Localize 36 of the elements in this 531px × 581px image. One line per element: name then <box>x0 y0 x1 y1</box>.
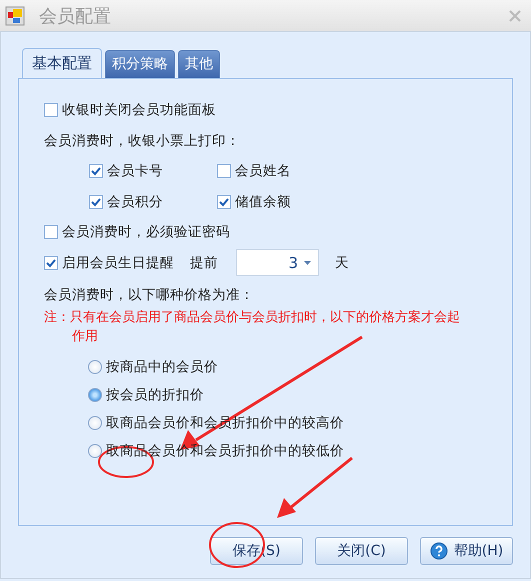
checkbox-label: 会员卡号 <box>107 162 163 180</box>
checkbox[interactable] <box>217 164 231 178</box>
checkbox-label: 会员积分 <box>107 192 163 210</box>
radio-button[interactable] <box>88 416 102 430</box>
checkbox-label: 启用会员生日提醒 <box>62 254 174 272</box>
checkbox[interactable] <box>89 164 103 178</box>
unit-label: 天 <box>335 254 349 272</box>
radio-button[interactable] <box>88 388 102 402</box>
tab[interactable]: 积分策略 <box>105 50 175 78</box>
help-button[interactable]: 帮助(H) <box>420 537 513 565</box>
window-title: 会员配置 <box>39 4 112 28</box>
close-icon[interactable] <box>509 10 521 22</box>
checkbox-label: 会员姓名 <box>235 162 291 180</box>
receipt-label: 会员消费时，收银小票上打印： <box>44 132 241 150</box>
help-icon <box>430 542 448 560</box>
dialog-button[interactable]: 关闭(C) <box>315 537 408 565</box>
checkbox-label: 储值余额 <box>235 192 291 210</box>
checkbox-label: 收银时关闭会员功能面板 <box>62 101 216 119</box>
radio-button[interactable] <box>88 360 102 374</box>
tab[interactable]: 其他 <box>178 50 220 78</box>
tab[interactable]: 基本配置 <box>22 48 102 78</box>
caret-icon <box>304 260 311 264</box>
radio-label: 按会员的折扣价 <box>106 386 204 404</box>
app-icon <box>5 6 25 26</box>
price-label: 会员消费时，以下哪种价格为准： <box>44 286 255 304</box>
checkbox[interactable] <box>44 225 58 239</box>
radio-label: 按商品中的会员价 <box>106 358 218 376</box>
note-text: 注：只有在会员启用了商品会员价与会员折扣时，以下的价格方案才会起作用 <box>44 308 461 346</box>
days-dropdown[interactable]: 3 <box>236 249 319 276</box>
checkbox[interactable] <box>44 103 58 117</box>
radio-button[interactable] <box>88 444 102 458</box>
checkbox[interactable] <box>44 256 58 270</box>
advance-label: 提前 <box>190 254 218 272</box>
checkbox-label: 会员消费时，必须验证密码 <box>62 223 230 241</box>
checkbox[interactable] <box>217 194 231 208</box>
checkbox[interactable] <box>89 194 103 208</box>
